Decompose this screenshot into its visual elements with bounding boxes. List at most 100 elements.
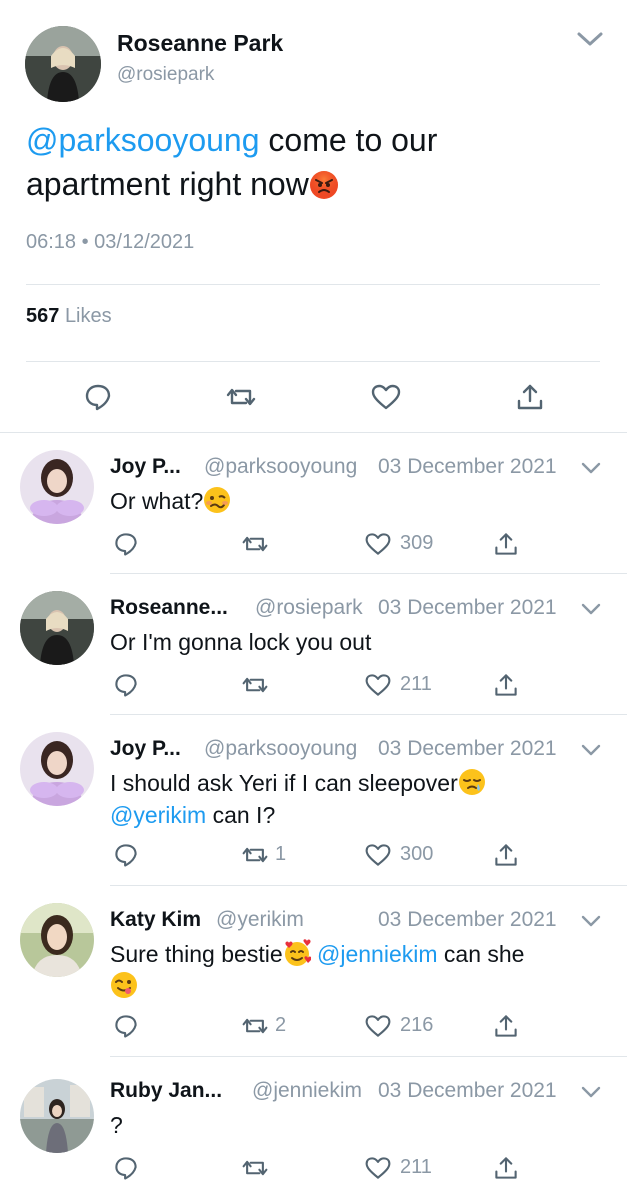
reply-header: Joy P...: [110, 455, 181, 479]
smiling-face-with-hearts-icon: [283, 939, 312, 967]
reply-icon[interactable]: [112, 671, 140, 699]
chevron-down-icon[interactable]: [580, 1084, 602, 1100]
reply-author-handle[interactable]: @jenniekim: [252, 1079, 362, 1102]
reply-header: Roseanne...: [110, 596, 228, 620]
reply-author-name[interactable]: Katy Kim: [110, 908, 201, 931]
mention-link[interactable]: @jenniekim: [317, 941, 438, 967]
reply-body: Or what?: [110, 488, 204, 514]
reply-date: 03 December 2021: [378, 1079, 557, 1102]
mention-link[interactable]: @parksooyoung: [26, 122, 260, 158]
reply-icon[interactable]: [112, 530, 140, 558]
author-name[interactable]: Roseanne Park: [117, 30, 283, 57]
like-count: 300: [400, 843, 434, 865]
reply-tweet[interactable]: Ruby Jan... @jenniekim 03 December 2021 …: [0, 1057, 627, 1200]
sleepy-face-icon: [458, 768, 486, 796]
like-count: 216: [400, 1014, 434, 1036]
chevron-down-icon[interactable]: [575, 28, 605, 50]
reply-header-meta: @jenniekim: [252, 1079, 362, 1103]
share-icon[interactable]: [514, 381, 546, 413]
divider: [26, 361, 600, 362]
like-count: 309: [400, 532, 434, 554]
reply-header-meta: @yerikim: [216, 908, 304, 932]
reply-header: Joy P...: [110, 737, 181, 761]
heart-icon[interactable]: [364, 530, 392, 558]
retweet-icon[interactable]: [241, 1012, 269, 1040]
retweet-icon[interactable]: [241, 530, 269, 558]
reply-tweet[interactable]: Katy Kim @yerikim 03 December 2021 Sure …: [0, 886, 627, 1056]
reply-author-handle[interactable]: @rosiepark: [255, 596, 363, 619]
reply-icon[interactable]: [112, 1154, 140, 1182]
reply-author-handle[interactable]: @parksooyoung: [204, 737, 357, 760]
reply-body: Sure thing bestie: [110, 941, 283, 967]
reply-icon[interactable]: [82, 381, 114, 413]
reply-icon[interactable]: [112, 841, 140, 869]
share-icon[interactable]: [492, 841, 520, 869]
main-tweet: Roseanne Park @rosiepark @parksooyoung c…: [0, 0, 627, 432]
reply-text: I should ask Yeri if I can sleepover @ye…: [110, 767, 610, 831]
reply-text: Or what?: [110, 485, 590, 517]
reply-avatar[interactable]: [20, 1079, 94, 1153]
reply-avatar[interactable]: [20, 450, 94, 524]
divider: [26, 284, 600, 285]
author-avatar[interactable]: [25, 26, 101, 102]
reply-avatar[interactable]: [20, 732, 94, 806]
reply-header-meta: @parksooyoung: [204, 455, 357, 479]
retweet-icon[interactable]: [241, 671, 269, 699]
reply-tweet[interactable]: Joy P... @parksooyoung 03 December 2021 …: [0, 715, 627, 885]
reply-date: 03 December 2021: [378, 908, 557, 931]
chevron-down-icon[interactable]: [580, 601, 602, 617]
likes-label: Likes: [64, 305, 112, 327]
reply-author-name[interactable]: Roseanne...: [110, 596, 228, 619]
mention-link[interactable]: @yerikim: [110, 802, 206, 828]
chevron-down-icon[interactable]: [580, 460, 602, 476]
heart-icon[interactable]: [364, 841, 392, 869]
reply-body-cont: can I?: [206, 802, 276, 828]
retweet-icon[interactable]: [225, 381, 257, 413]
angry-face-icon: [309, 167, 339, 199]
heart-icon[interactable]: [364, 1154, 392, 1182]
retweet-count: 2: [275, 1014, 287, 1036]
share-icon[interactable]: [492, 530, 520, 558]
likes-summary[interactable]: 567 Likes: [26, 305, 112, 328]
share-icon[interactable]: [492, 671, 520, 699]
reply-date: 03 December 2021: [378, 455, 557, 478]
likes-count: 567: [26, 305, 60, 327]
reply-header: Ruby Jan...: [110, 1079, 222, 1103]
chevron-down-icon[interactable]: [580, 742, 602, 758]
reply-avatar[interactable]: [20, 903, 94, 977]
reply-author-name[interactable]: Joy P...: [110, 455, 181, 478]
retweet-icon[interactable]: [241, 1154, 269, 1182]
author-handle[interactable]: @rosiepark: [117, 64, 214, 86]
reply-text: Or I'm gonna lock you out: [110, 629, 372, 655]
share-icon[interactable]: [492, 1012, 520, 1040]
reply-author-name[interactable]: Joy P...: [110, 737, 181, 760]
heart-icon[interactable]: [370, 381, 402, 413]
face-savoring-food-icon: [110, 971, 138, 999]
reply-header: Katy Kim: [110, 908, 201, 932]
reply-tweet[interactable]: Roseanne... @rosiepark 03 December 2021 …: [0, 574, 627, 714]
heart-icon[interactable]: [364, 671, 392, 699]
share-icon[interactable]: [492, 1154, 520, 1182]
reply-icon[interactable]: [112, 1012, 140, 1040]
reply-text: Sure thing bestie @jenniekim can she: [110, 938, 610, 1002]
reply-author-handle[interactable]: @yerikim: [216, 908, 304, 931]
tweet-timestamp: 06:18 • 03/12/2021: [26, 231, 195, 253]
woozy-face-icon: [203, 486, 231, 514]
reply-header-meta: @rosiepark: [255, 596, 363, 620]
reply-author-handle[interactable]: @parksooyoung: [204, 455, 357, 478]
reply-author-name[interactable]: Ruby Jan...: [110, 1079, 222, 1102]
reply-date: 03 December 2021: [378, 596, 557, 619]
like-count: 211: [400, 673, 432, 695]
reply-body: I should ask Yeri if I can sleepover: [110, 770, 458, 796]
like-count: 211: [400, 1156, 432, 1178]
retweet-count: 1: [275, 843, 287, 865]
reply-tweet[interactable]: Joy P... @parksooyoung 03 December 2021 …: [0, 433, 627, 573]
reply-text: ?: [110, 1112, 123, 1138]
tweet-text: @parksooyoung come to our apartment righ…: [26, 118, 586, 206]
retweet-icon[interactable]: [241, 841, 269, 869]
reply-header-meta: @parksooyoung: [204, 737, 357, 761]
heart-icon[interactable]: [364, 1012, 392, 1040]
reply-avatar[interactable]: [20, 591, 94, 665]
chevron-down-icon[interactable]: [580, 913, 602, 929]
reply-body-cont: can she: [437, 941, 525, 967]
